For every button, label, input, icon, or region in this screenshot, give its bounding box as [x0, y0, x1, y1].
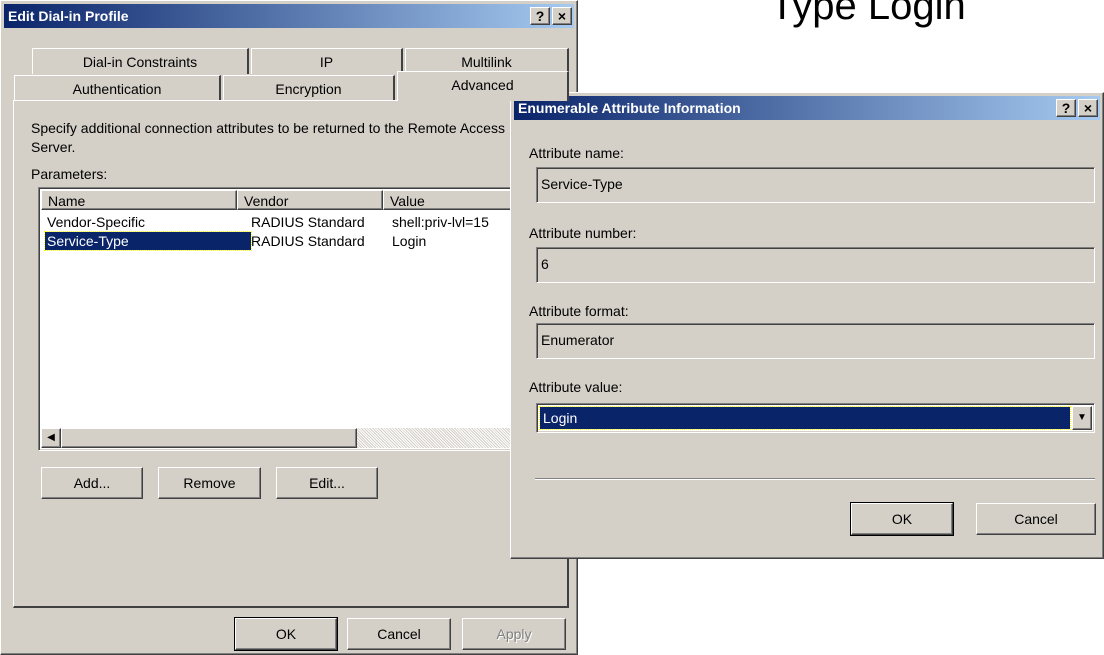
row-vendor: RADIUS Standard: [251, 214, 365, 230]
help-button[interactable]: ?: [530, 7, 550, 25]
parameters-list[interactable]: Name Vendor Value Vendor-Specific RADIUS…: [38, 187, 569, 451]
row-name: Vendor-Specific: [47, 214, 146, 230]
background-caption-text: Type Login: [770, 0, 966, 28]
tab-authentication[interactable]: Authentication: [14, 75, 221, 101]
column-header-vendor[interactable]: Vendor: [237, 190, 383, 210]
horizontal-scrollbar[interactable]: ◀: [41, 428, 565, 448]
scrollbar-thumb[interactable]: [61, 428, 357, 448]
list-item[interactable]: Vendor-Specific RADIUS Standard shell:pr…: [47, 213, 489, 231]
row-name: Service-Type: [44, 231, 252, 251]
attribute-value-dropdown[interactable]: Login ▼: [536, 403, 1095, 433]
enumerable-attribute-dialog: Enumerable Attribute Information ? × Att…: [510, 92, 1104, 559]
attribute-format-label: Attribute format:: [529, 303, 629, 319]
separator: [535, 478, 1095, 480]
list-header: Name Vendor Value: [41, 190, 569, 210]
chevron-down-icon[interactable]: ▼: [1072, 406, 1092, 430]
remove-button[interactable]: Remove: [158, 467, 261, 499]
ok-button[interactable]: OK: [234, 617, 338, 651]
attribute-format-field: Enumerator: [536, 323, 1095, 359]
tab-advanced[interactable]: Advanced: [397, 71, 569, 101]
title-bar[interactable]: Edit Dial-in Profile ? ×: [4, 4, 574, 28]
tab-encryption[interactable]: Encryption: [223, 75, 395, 101]
tab-dialin-constraints[interactable]: Dial-in Constraints: [32, 48, 249, 74]
attribute-name-field: Service-Type: [536, 167, 1095, 203]
apply-button[interactable]: Apply: [462, 618, 566, 650]
close-button[interactable]: ×: [1078, 99, 1098, 117]
edit-dialin-profile-dialog: Edit Dial-in Profile ? × Dial-in Constra…: [0, 0, 578, 655]
attribute-number-label: Attribute number:: [529, 225, 637, 241]
attribute-value-label: Attribute value:: [529, 379, 623, 395]
cancel-button[interactable]: Cancel: [347, 618, 451, 650]
parameters-label: Parameters:: [31, 166, 108, 182]
attribute-number-field: 6: [536, 247, 1095, 283]
column-header-name[interactable]: Name: [41, 190, 237, 210]
row-value: shell:priv-lvl=15: [392, 214, 489, 230]
add-button[interactable]: Add...: [41, 467, 143, 499]
row-vendor: RADIUS Standard: [251, 233, 365, 249]
close-button[interactable]: ×: [552, 7, 572, 25]
cancel-button[interactable]: Cancel: [976, 503, 1096, 535]
ok-button[interactable]: OK: [850, 502, 954, 536]
title-bar[interactable]: Enumerable Attribute Information ? ×: [514, 96, 1100, 120]
attribute-name-label: Attribute name:: [529, 145, 624, 161]
description-text: Specify additional connection attributes…: [31, 120, 505, 155]
tab-ip[interactable]: IP: [251, 48, 403, 74]
list-item-selected[interactable]: Service-Type RADIUS Standard Login: [44, 231, 427, 251]
scroll-left-icon[interactable]: ◀: [41, 428, 61, 448]
edit-button[interactable]: Edit...: [276, 467, 378, 499]
attribute-value-selected: Login: [539, 406, 1071, 430]
dialog-title: Enumerable Attribute Information: [518, 100, 741, 116]
help-button[interactable]: ?: [1056, 99, 1076, 117]
dialog-title: Edit Dial-in Profile: [8, 8, 129, 24]
row-value: Login: [392, 233, 427, 249]
